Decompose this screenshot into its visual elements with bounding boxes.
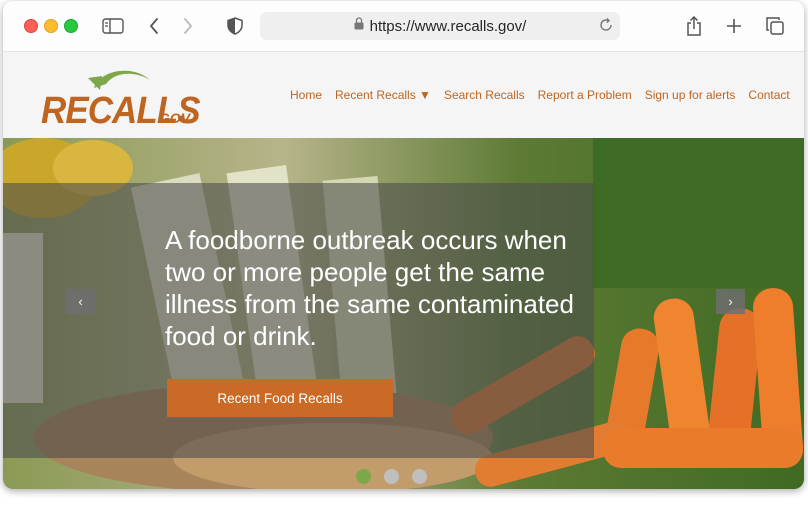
nav-report-problem[interactable]: Report a Problem: [538, 88, 632, 102]
share-icon[interactable]: [682, 14, 706, 38]
carousel-prev-button[interactable]: ‹: [66, 289, 95, 314]
nav-signup-alerts[interactable]: Sign up for alerts: [645, 88, 736, 102]
minimize-window-button[interactable]: [44, 19, 58, 33]
recalls-gov-logo[interactable]: RECALLS GOV: [41, 62, 201, 132]
browser-window: https://www.recalls.gov/ RECALLS GOV Hom: [3, 1, 804, 489]
new-tab-icon[interactable]: [722, 14, 746, 38]
nav-contact[interactable]: Contact: [748, 88, 789, 102]
main-nav: Home Recent Recalls ▼ Search Recalls Rep…: [290, 52, 803, 138]
zoom-window-button[interactable]: [64, 19, 78, 33]
reload-icon[interactable]: [598, 17, 614, 38]
logo-suffix: GOV: [159, 110, 191, 126]
back-icon[interactable]: [142, 14, 166, 38]
address-bar[interactable]: https://www.recalls.gov/: [260, 12, 620, 40]
chevron-right-icon: ›: [728, 294, 733, 309]
hero-headline: A foodborne outbreak occurs when two or …: [165, 225, 574, 351]
lock-icon: [354, 17, 364, 35]
nav-home[interactable]: Home: [290, 88, 322, 102]
carousel-dot-3[interactable]: [412, 469, 427, 484]
site-header: RECALLS GOV Home Recent Recalls ▼ Search…: [3, 52, 804, 138]
browser-toolbar: https://www.recalls.gov/: [3, 1, 804, 52]
nav-recent-recalls[interactable]: Recent Recalls ▼: [335, 88, 431, 102]
privacy-shield-icon[interactable]: [223, 14, 247, 38]
sidebar-toggle-icon[interactable]: [101, 14, 125, 38]
hero-carousel: A foodborne outbreak occurs when two or …: [3, 138, 804, 489]
forward-icon[interactable]: [176, 14, 200, 38]
tab-overview-icon[interactable]: [763, 14, 787, 38]
carousel-next-button[interactable]: ›: [716, 289, 745, 314]
carousel-dot-1[interactable]: [356, 469, 371, 484]
close-window-button[interactable]: [24, 19, 38, 33]
carousel-dot-2[interactable]: [384, 469, 399, 484]
nav-search-recalls[interactable]: Search Recalls: [444, 88, 525, 102]
carousel-indicators: [356, 469, 440, 484]
chevron-left-icon: ‹: [78, 294, 83, 309]
url-text: https://www.recalls.gov/: [369, 17, 527, 35]
recent-food-recalls-button[interactable]: Recent Food Recalls: [167, 379, 393, 417]
